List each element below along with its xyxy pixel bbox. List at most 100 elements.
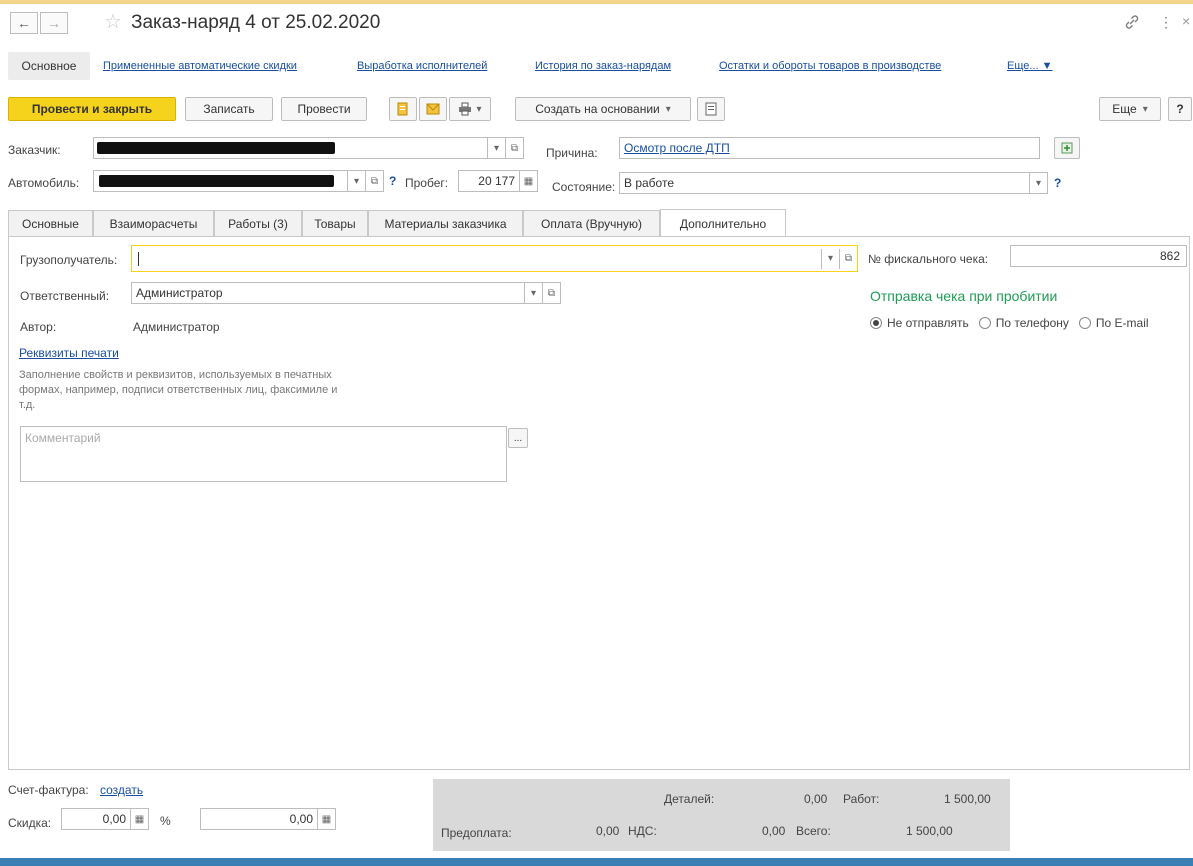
more-menu-icon[interactable]: ⋮	[1159, 14, 1173, 31]
vat-value: 0,00	[762, 824, 786, 838]
tab-works[interactable]: Работы (3)	[214, 210, 302, 236]
fiscal-field[interactable]: 862	[1010, 245, 1187, 267]
comment-placeholder: Комментарий	[25, 431, 101, 445]
calculator-icon[interactable]: ▦	[317, 809, 335, 829]
forward-button[interactable]: →	[40, 12, 68, 34]
car-field[interactable]: ▾ ⧉	[93, 170, 384, 192]
page-title: Заказ-наряд 4 от 25.02.2020	[131, 12, 381, 33]
print-button[interactable]: ▾	[449, 97, 491, 121]
open-icon[interactable]: ⧉	[365, 171, 383, 191]
consignee-label: Грузополучатель:	[20, 253, 118, 267]
chevron-down-icon: ▾	[1142, 103, 1148, 115]
customer-redacted	[97, 142, 335, 154]
print-details-desc-2: формах, например, подписи ответственных …	[19, 384, 338, 396]
fiscal-value: 862	[1159, 249, 1180, 263]
open-icon[interactable]: ⧉	[505, 138, 523, 158]
nav-link-stock[interactable]: Остатки и обороты товаров в производстве	[719, 60, 941, 72]
state-field[interactable]: В работе ▾	[619, 172, 1048, 194]
chevron-down-icon[interactable]: ▾	[821, 248, 839, 269]
more-button[interactable]: Еще ▾	[1099, 97, 1161, 121]
reason-field[interactable]: Осмотр после ДТП	[619, 137, 1040, 159]
mileage-field[interactable]: 20 177 ▦	[458, 170, 538, 192]
total-value: 1 500,00	[906, 824, 953, 838]
open-icon[interactable]: ⧉	[839, 248, 857, 269]
chevron-down-icon[interactable]: ▾	[524, 283, 542, 303]
nav-main[interactable]: Основное	[8, 52, 90, 80]
save-button[interactable]: Записать	[185, 97, 273, 121]
send-receipt-radio-group: Не отправлять По телефону По E-mail	[870, 316, 1149, 330]
nav-link-history[interactable]: История по заказ-нарядам	[535, 60, 671, 72]
radio-phone[interactable]	[978, 317, 991, 329]
car-redacted	[99, 175, 334, 187]
responsible-field[interactable]: Администратор ▾ ⧉	[131, 282, 561, 304]
discount-sum-field[interactable]: 0,00 ▦	[200, 808, 336, 830]
taskbar-strip	[0, 858, 1193, 866]
document-icon-button[interactable]	[389, 97, 417, 121]
add-reason-button[interactable]	[1054, 137, 1080, 159]
customer-label: Заказчик:	[8, 143, 61, 157]
comment-field[interactable]: Комментарий	[20, 426, 507, 482]
comment-expand-button[interactable]: ...	[508, 428, 528, 448]
calculator-icon[interactable]: ▦	[519, 171, 537, 191]
consignee-field[interactable]: ▾ ⧉	[131, 245, 858, 272]
close-icon[interactable]: ×	[1182, 13, 1190, 29]
car-help-icon[interactable]: ?	[389, 174, 396, 188]
discount-percent-field[interactable]: 0,00 ▦	[61, 808, 149, 830]
link-icon[interactable]	[1124, 14, 1140, 33]
responsible-label: Ответственный:	[20, 289, 110, 303]
author-label: Автор:	[20, 320, 57, 334]
works-value: 1 500,00	[944, 792, 991, 806]
chevron-down-icon[interactable]: ▾	[347, 171, 365, 191]
post-and-close-button[interactable]: Провести и закрыть	[8, 97, 176, 121]
customer-field[interactable]: ▾ ⧉	[93, 137, 524, 159]
mileage-value: 20 177	[478, 174, 515, 188]
tab-goods[interactable]: Товары	[302, 210, 368, 236]
radio-email[interactable]	[1078, 317, 1091, 329]
state-help-icon[interactable]: ?	[1054, 176, 1061, 190]
nav-link-discounts[interactable]: Примененные автоматические скидки	[103, 60, 297, 72]
tab-settlements[interactable]: Взаиморасчеты	[93, 210, 214, 236]
envelope-icon	[426, 103, 440, 115]
prepay-label: Предоплата:	[441, 826, 512, 840]
report-button[interactable]	[697, 97, 725, 121]
tab-basic[interactable]: Основные	[8, 210, 93, 236]
tab-additional[interactable]: Дополнительно	[660, 209, 786, 237]
reason-value[interactable]: Осмотр после ДТП	[624, 141, 730, 155]
tab-payment[interactable]: Оплата (Вручную)	[523, 210, 660, 236]
open-icon[interactable]: ⧉	[542, 283, 560, 303]
post-button[interactable]: Провести	[281, 97, 367, 121]
nav-link-more[interactable]: Еще... ▼	[1007, 60, 1053, 72]
print-details-desc-3: т.д.	[19, 399, 36, 411]
author-value: Администратор	[133, 320, 220, 334]
favorite-star-icon[interactable]: ☆	[104, 9, 122, 34]
document-report-icon	[397, 102, 408, 116]
chevron-down-icon[interactable]: ▾	[487, 138, 505, 158]
arrow-left-icon: ←	[17, 15, 31, 31]
state-label: Состояние:	[552, 180, 616, 194]
chevron-down-icon[interactable]: ▾	[1029, 173, 1047, 193]
state-value: В работе	[624, 176, 675, 190]
discount-value: 0,00	[102, 812, 126, 826]
send-receipt-title: Отправка чека при пробитии	[870, 288, 1058, 304]
fiscal-label: № фискального чека:	[868, 252, 989, 266]
text-cursor	[138, 251, 139, 266]
radio-dont-send[interactable]	[870, 317, 882, 329]
nav-link-performers[interactable]: Выработка исполнителей	[357, 60, 487, 72]
help-button[interactable]: ?	[1168, 97, 1192, 121]
print-details-link[interactable]: Реквизиты печати	[19, 346, 119, 360]
email-button[interactable]	[419, 97, 447, 121]
report-icon	[705, 102, 717, 116]
more-label: Еще	[1112, 102, 1137, 116]
parts-label: Деталей:	[664, 792, 715, 806]
calculator-icon[interactable]: ▦	[130, 809, 148, 829]
tab-customer-materials[interactable]: Материалы заказчика	[368, 210, 523, 236]
invoice-label: Счет-фактура:	[8, 783, 89, 797]
create-based-label: Создать на основании	[535, 102, 660, 116]
create-based-button[interactable]: Создать на основании ▾	[515, 97, 691, 121]
invoice-create-link[interactable]: создать	[100, 783, 143, 797]
vat-label: НДС:	[628, 824, 657, 838]
back-button[interactable]: ←	[10, 12, 38, 34]
discount-label: Скидка:	[8, 816, 52, 830]
discount-sum-value: 0,00	[289, 812, 313, 826]
prepay-value: 0,00	[596, 824, 620, 838]
